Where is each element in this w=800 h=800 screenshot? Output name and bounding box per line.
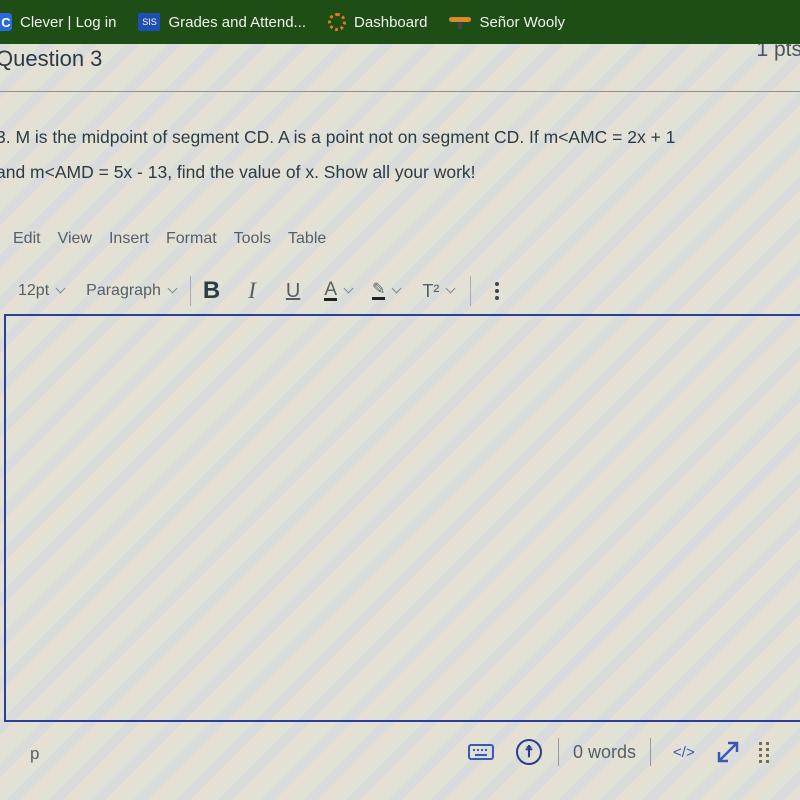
statusbar-divider bbox=[558, 738, 559, 766]
font-size-dropdown[interactable]: 12pt bbox=[18, 282, 66, 300]
editor-toolbar: 12pt Paragraph B I U A ✎ T² bbox=[18, 273, 638, 309]
wooly-icon bbox=[449, 15, 472, 29]
menu-view[interactable]: View bbox=[58, 230, 92, 248]
italic-button[interactable]: I bbox=[248, 278, 256, 304]
text-color-button[interactable]: A bbox=[324, 279, 354, 301]
sis-icon: SIS bbox=[138, 13, 161, 31]
superscript-button[interactable]: T² bbox=[422, 280, 456, 302]
keyboard-shortcuts-icon[interactable] bbox=[468, 744, 494, 760]
question-text-line: 3. M is the midpoint of segment CD. A is… bbox=[0, 127, 676, 147]
bookmark-dashboard[interactable]: Dashboard bbox=[328, 0, 427, 44]
statusbar-divider bbox=[650, 738, 652, 766]
menu-tools[interactable]: Tools bbox=[234, 230, 271, 248]
question-text-line: and m<AMD = 5x - 13, find the value of x… bbox=[0, 162, 476, 182]
rich-text-editor-body[interactable] bbox=[4, 314, 800, 722]
question-title: Question 3 bbox=[0, 46, 103, 71]
text-color-icon: A bbox=[324, 279, 338, 301]
accessibility-checker-icon[interactable]: ☨ bbox=[516, 739, 542, 765]
bookmark-label: Grades and Attend... bbox=[168, 13, 307, 31]
chevron-down-icon bbox=[445, 283, 456, 294]
menu-insert[interactable]: Insert bbox=[109, 230, 149, 248]
word-count[interactable]: 0 words bbox=[573, 742, 636, 763]
highlighter-icon: ✎ bbox=[372, 281, 386, 300]
bold-button[interactable]: B bbox=[203, 277, 220, 305]
toolbar-divider bbox=[470, 276, 472, 306]
dashboard-icon bbox=[328, 13, 347, 31]
editor-statusbar: p ☨ 0 words </> bbox=[0, 724, 800, 774]
bookmarks-bar: C Clever | Log in SIS Grades and Attend.… bbox=[0, 0, 800, 44]
bookmark-label: Señor Wooly bbox=[479, 13, 566, 31]
question-text: 3. M is the midpoint of segment CD. A is… bbox=[0, 120, 800, 190]
underline-button[interactable]: U bbox=[286, 280, 300, 303]
question-header: Question 3 1 pts bbox=[0, 38, 800, 92]
block-format-dropdown[interactable]: Paragraph bbox=[86, 282, 178, 300]
bookmark-grades[interactable]: SIS Grades and Attend... bbox=[138, 0, 306, 44]
font-size-value: 12pt bbox=[18, 282, 50, 299]
highlight-color-button[interactable]: ✎ bbox=[372, 281, 402, 300]
clever-icon: C bbox=[0, 13, 12, 31]
element-path[interactable]: p bbox=[30, 744, 39, 764]
html-editor-toggle[interactable]: </> bbox=[673, 744, 695, 761]
menu-format[interactable]: Format bbox=[166, 230, 217, 248]
bookmark-label: Dashboard bbox=[354, 13, 428, 31]
chevron-down-icon bbox=[391, 283, 402, 294]
superscript-icon: T² bbox=[422, 280, 440, 301]
bookmark-label: Clever | Log in bbox=[20, 13, 117, 31]
toolbar-divider bbox=[189, 276, 191, 306]
bookmark-clever[interactable]: C Clever | Log in bbox=[0, 0, 116, 44]
chevron-down-icon bbox=[55, 283, 66, 294]
editor-menubar: Edit View Insert Format Tools Table bbox=[13, 230, 343, 248]
chevron-down-icon bbox=[167, 283, 178, 294]
menu-edit[interactable]: Edit bbox=[13, 230, 41, 248]
more-options-icon[interactable] bbox=[495, 282, 500, 300]
menu-table[interactable]: Table bbox=[288, 230, 326, 248]
chevron-down-icon bbox=[343, 283, 354, 294]
quiz-content: Question 3 1 pts 3. M is the midpoint of… bbox=[0, 38, 800, 800]
block-format-value: Paragraph bbox=[86, 282, 161, 299]
resize-handle-icon[interactable] bbox=[758, 741, 770, 763]
fullscreen-expand-icon[interactable] bbox=[715, 739, 741, 765]
bookmark-senor-wooly[interactable]: Señor Wooly bbox=[449, 0, 565, 44]
